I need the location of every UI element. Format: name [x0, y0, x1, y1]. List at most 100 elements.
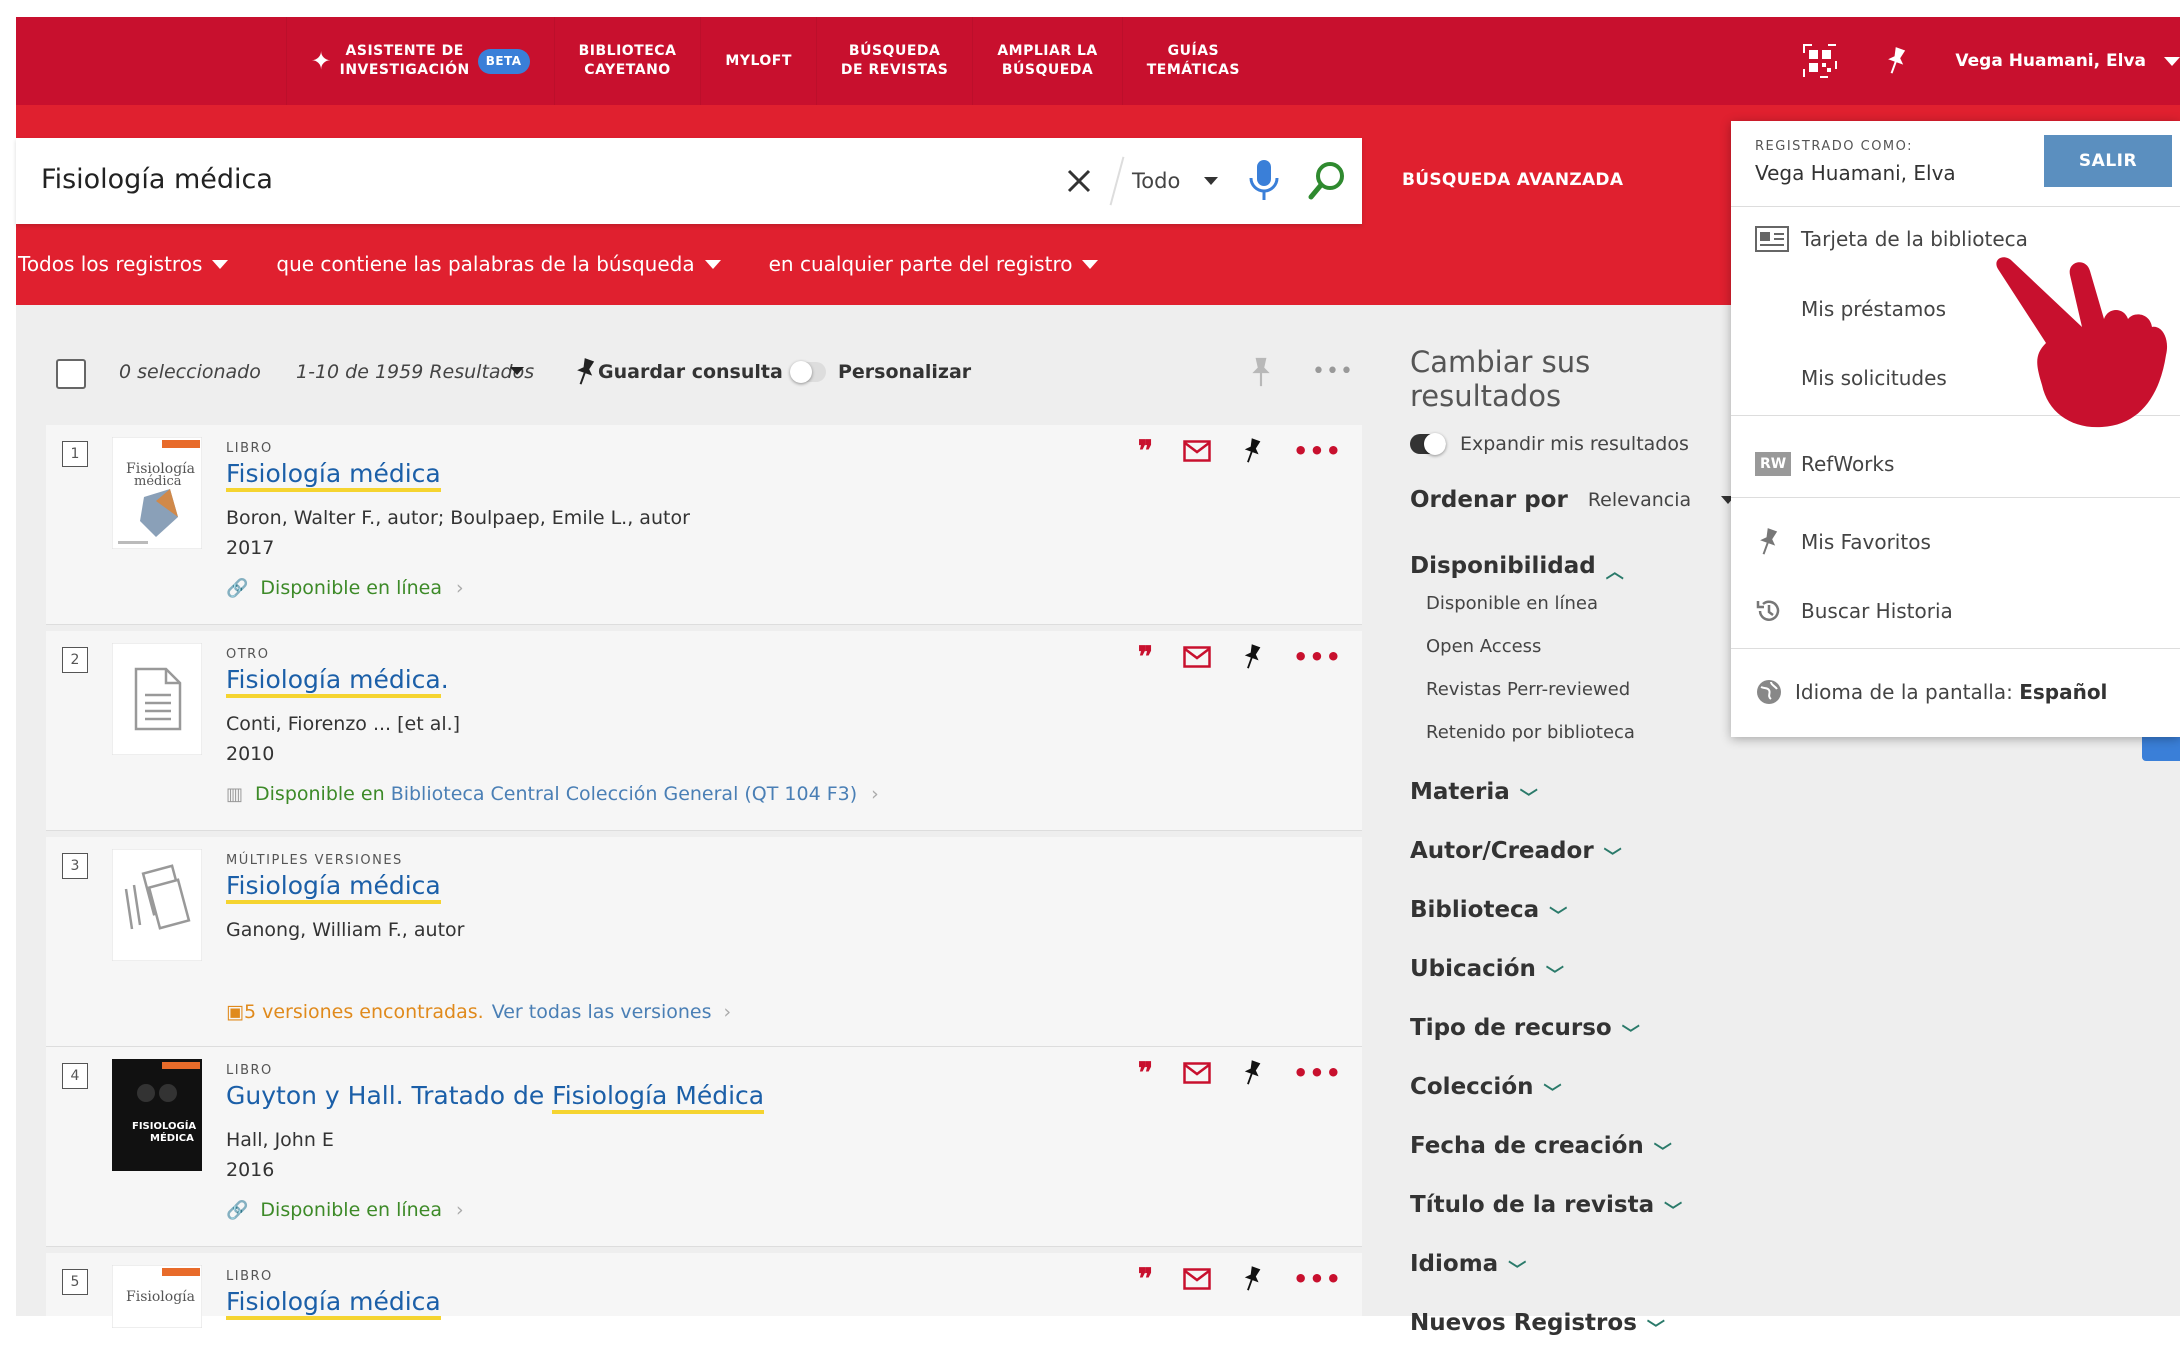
pin-icon[interactable] [1241, 1265, 1263, 1293]
more-options-icon[interactable]: ••• [1293, 1061, 1342, 1085]
search-icon[interactable] [1306, 158, 1348, 204]
qr-code-icon[interactable] [1803, 44, 1838, 78]
email-icon[interactable] [1183, 1062, 1211, 1084]
facet-group[interactable]: Ubicación ﹀ [1410, 956, 1740, 1015]
close-icon[interactable] [1062, 164, 1096, 198]
versions-link[interactable]: ▣ 5 versiones encontradas. Ver todas las… [226, 1001, 731, 1023]
facet-availability[interactable]: Disponibilidad ︿ [1410, 553, 1740, 593]
result-title-link[interactable]: Fisiología médica [226, 1287, 441, 1320]
result-title-link[interactable]: Fisiología médica [226, 459, 441, 492]
user-menu-header: REGISTRADO COMO: Vega Huamani, Elva SALI… [1731, 121, 2180, 207]
filter-field[interactable]: en cualquier parte del registro [769, 252, 1099, 276]
pin-icon[interactable] [1241, 1059, 1263, 1087]
menu-item-refworks[interactable]: RW RefWorks [1731, 442, 2180, 486]
nav-myloft[interactable]: MYLOFT [700, 17, 816, 105]
availability-text: Disponible en [255, 783, 385, 805]
pin-icon[interactable] [1241, 437, 1263, 465]
chevron-down-icon[interactable] [1204, 177, 1218, 185]
scope-select[interactable]: Todo [1132, 169, 1180, 193]
email-icon[interactable] [1183, 440, 1211, 462]
filter-records[interactable]: Todos los registros [18, 252, 229, 276]
facet-group[interactable]: Materia ﹀ [1410, 779, 1740, 838]
facet-group[interactable]: Fecha de creación ﹀ [1410, 1133, 1740, 1192]
nav-journal-search[interactable]: BÚSQUEDA DE REVISTAS [815, 17, 972, 105]
pin-icon[interactable] [1248, 355, 1274, 389]
pin-icon[interactable] [1241, 643, 1263, 671]
result-year: 2010 [226, 743, 275, 765]
toggle-switch[interactable] [1410, 433, 1446, 455]
availability-link[interactable]: 🔗 Disponible en línea › [226, 577, 464, 599]
save-query-label: Guardar consulta [598, 361, 783, 383]
facet-group[interactable]: Nuevos Registros ﹀ [1410, 1310, 1740, 1369]
facet-group[interactable]: Biblioteca ﹀ [1410, 897, 1740, 956]
facet-group[interactable]: Autor/Creador ﹀ [1410, 838, 1740, 897]
book-cover-thumbnail[interactable]: Fisiología [112, 1265, 202, 1328]
search-input[interactable]: Fisiología médica [41, 164, 273, 195]
title-highlight: Fisiología médica [226, 665, 441, 698]
toggle-switch[interactable] [790, 361, 826, 383]
nav-label: ASISTENTE DE INVESTIGACIÓN [339, 43, 470, 78]
menu-item-search-history[interactable]: Buscar Historia [1731, 589, 2180, 633]
facet-group[interactable]: Título de la revista ﹀ [1410, 1192, 1740, 1251]
result-title-link[interactable]: Fisiología médica [226, 871, 441, 904]
facet-option[interactable]: Revistas Perr-reviewed [1426, 679, 1740, 722]
availability-link[interactable]: 🔗 Disponible en línea › [226, 1199, 464, 1221]
facet-group[interactable]: Colección ﹀ [1410, 1074, 1740, 1133]
advanced-search-link[interactable]: BÚSQUEDA AVANZADA [1402, 170, 1623, 190]
quote-icon[interactable]: ❞ [1138, 437, 1153, 465]
facet-option[interactable]: Open Access [1426, 636, 1740, 679]
filter-match[interactable]: que contiene las palabras de la búsqueda [276, 252, 721, 276]
chevron-down-icon[interactable] [2164, 56, 2180, 66]
more-options-icon[interactable]: ••• [1312, 359, 1354, 384]
logout-button[interactable]: SALIR [2044, 135, 2172, 187]
facet-option[interactable]: Retenido por biblioteca [1426, 722, 1740, 765]
sort-value[interactable]: Relevancia [1588, 489, 1691, 511]
divider [1731, 648, 2180, 649]
menu-item-favorites[interactable]: Mis Favoritos [1731, 520, 2180, 564]
menu-item-label: Buscar Historia [1801, 599, 1953, 623]
result-title-link[interactable]: Fisiología médica. [226, 665, 449, 698]
nav-biblioteca-cayetano[interactable]: BIBLIOTECA CAYETANO [553, 17, 701, 105]
sort-control[interactable]: Ordenar por Relevancia [1410, 487, 1740, 513]
facet-group[interactable]: Idioma ﹀ [1410, 1251, 1740, 1310]
expand-results-toggle[interactable]: Expandir mis resultados [1410, 433, 1740, 455]
microphone-icon[interactable] [1246, 158, 1282, 204]
result-title-link[interactable]: Guyton y Hall. Tratado de Fisiología Méd… [226, 1081, 765, 1114]
nav-research-assistant[interactable]: ✦ ASISTENTE DE INVESTIGACIÓN BETA [286, 17, 554, 105]
chevron-down-icon[interactable] [510, 367, 524, 375]
more-options-icon[interactable]: ••• [1293, 645, 1342, 669]
quote-icon[interactable]: ❞ [1138, 1265, 1153, 1293]
save-query-button[interactable]: Guardar consulta [572, 357, 783, 387]
quote-icon[interactable]: ❞ [1138, 643, 1153, 671]
nav-subject-guides[interactable]: GUÍAS TEMÁTICAS [1121, 17, 1264, 105]
results-toolbar: 0 seleccionado 1-10 de 1959 Resultados G… [16, 305, 1362, 425]
menu-item-language[interactable]: Idioma de la pantalla: Español [1731, 670, 2180, 714]
all-versions-link[interactable]: Ver todas las versiones [492, 1001, 712, 1023]
nav-expand-search[interactable]: AMPLIAR LA BÚSQUEDA [972, 17, 1121, 105]
sparkle-icon: ✦ [311, 47, 332, 75]
facet-group[interactable]: Tipo de recurso ﹀ [1410, 1015, 1740, 1074]
quote-icon[interactable]: ❞ [1138, 1059, 1153, 1087]
results-range[interactable]: 1-10 de 1959 Resultados [296, 361, 534, 383]
book-cover-thumbnail[interactable]: Fisiología médica [112, 437, 202, 549]
facet-option[interactable]: Disponible en línea [1426, 593, 1740, 636]
email-icon[interactable] [1183, 1268, 1211, 1290]
facets-heading: Cambiar sus resultados [1410, 345, 1591, 413]
more-options-icon[interactable]: ••• [1293, 439, 1342, 463]
chevron-down-icon: ﹀ [1543, 1083, 1562, 1104]
availability-link[interactable]: ▥ Disponible en Biblioteca Central Colec… [226, 783, 879, 805]
personalize-toggle[interactable]: Personalizar [790, 361, 971, 383]
main-nav: ✦ ASISTENTE DE INVESTIGACIÓN BETA BIBLIO… [286, 17, 1264, 105]
multiple-versions-thumbnail[interactable] [112, 849, 202, 961]
book-cover-thumbnail[interactable]: FISIOLOGÍA MÉDICA [112, 1059, 202, 1171]
select-all-checkbox[interactable] [56, 359, 86, 389]
user-menu-toggle[interactable]: Vega Huamani, Elva [1955, 51, 2146, 71]
email-icon[interactable] [1183, 646, 1211, 668]
refworks-icon: RW [1755, 452, 1792, 476]
more-options-icon[interactable]: ••• [1293, 1267, 1342, 1291]
pin-icon [1760, 528, 1778, 555]
beta-badge: BETA [477, 48, 530, 74]
facet-title-label: Materia [1410, 779, 1510, 805]
document-thumbnail[interactable] [112, 643, 202, 755]
pin-icon[interactable] [1881, 46, 1911, 76]
